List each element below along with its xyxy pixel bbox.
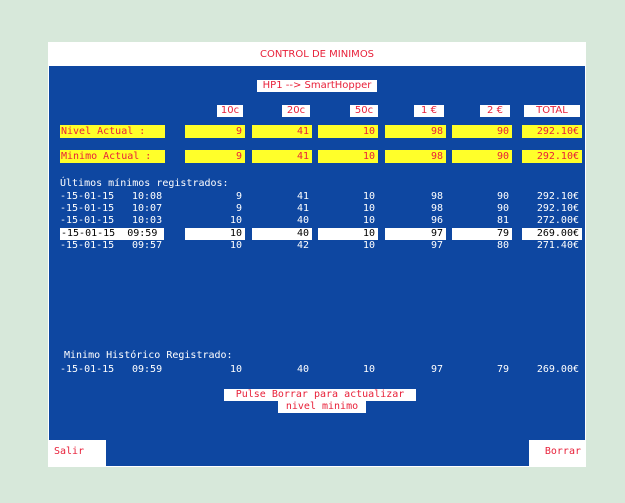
header-total: TOTAL [524,105,580,117]
header-50c: 50c [350,105,378,117]
row-total: 292.10€ [536,191,579,202]
historico-heading: Minimo Histórico Registrado: [64,350,233,361]
window-title: CONTROL DE MINIMOS [49,43,585,66]
row-total: 292.10€ [536,203,579,214]
row-20c: 41 [296,191,309,202]
row-1eur: 98 [430,191,443,202]
minimo-actual-2eur: 90 [452,150,512,163]
nivel-actual-50c: 10 [318,125,378,138]
minimo-actual-20c: 41 [252,150,312,163]
row-20c: 40 [296,215,309,226]
row-time: 09:57 [132,240,163,251]
row-2eur: 90 [496,191,509,202]
row-time: 10:07 [132,203,163,214]
row-date: -15-01-15 [60,215,115,226]
minimo-actual-total: 292.10€ [522,150,582,163]
row-1eur: 98 [430,203,443,214]
historico-date: -15-01-15 [60,364,115,375]
row-10c: 10 [185,228,245,240]
row-50c: 10 [318,228,378,240]
message-line2: nivel minimo [278,401,366,413]
row-time: 09:59 [127,228,158,239]
row-2eur: 80 [496,240,509,251]
header-2eur: 2 € [480,105,510,117]
nivel-actual-20c: 41 [252,125,312,138]
historico-time: 09:59 [132,364,163,375]
row-20c: 41 [296,203,309,214]
row-1eur: 96 [430,215,443,226]
row-time: 10:08 [132,191,163,202]
row-date: -15-01-15 [61,228,116,239]
nivel-actual-2eur: 90 [452,125,512,138]
row-total: 272.00€ [536,215,579,226]
nivel-actual-1eur: 98 [385,125,446,138]
row-50c: 10 [362,191,375,202]
nivel-actual-label: Nivel Actual : [60,125,165,138]
borrar-button[interactable]: Borrar [529,440,585,467]
row-1eur: 97 [385,228,446,240]
ultimos-heading: Últimos mínimos registrados: [60,178,229,189]
header-10c: 10c [217,105,243,117]
row-50c: 10 [362,215,375,226]
row-total: 271.40€ [536,240,579,251]
row-2eur: 79 [452,228,512,240]
row-time: 10:03 [132,215,163,226]
historico-50c: 10 [362,364,375,375]
hopper-label: HP1 --> SmartHopper [257,80,377,92]
row-2eur: 81 [496,215,509,226]
historico-2eur: 79 [496,364,509,375]
row-date: -15-01-15 [60,240,115,251]
minimo-actual-50c: 10 [318,150,378,163]
salir-button[interactable]: Salir [49,440,106,467]
minimo-actual-1eur: 98 [385,150,446,163]
row-20c: 40 [252,228,312,240]
row-date: -15-01-15 [60,191,115,202]
nivel-actual-total: 292.10€ [522,125,582,138]
row-datetime: -15-01-15 09:59 [60,228,164,240]
row-total: 269.00€ [522,228,582,240]
row-10c: 9 [235,203,242,214]
row-10c: 9 [235,191,242,202]
row-10c: 10 [229,215,242,226]
row-date: -15-01-15 [60,203,115,214]
header-1eur: 1 € [414,105,444,117]
header-20c: 20c [282,105,310,117]
message-line1: Pulse Borrar para actualizar [224,389,416,401]
row-50c: 10 [362,203,375,214]
nivel-actual-10c: 9 [185,125,245,138]
row-1eur: 97 [430,240,443,251]
minimo-actual-10c: 9 [185,150,245,163]
historico-total: 269.00€ [536,364,579,375]
row-20c: 42 [296,240,309,251]
minimo-actual-label: Minimo Actual : [60,150,165,163]
control-window: CONTROL DE MINIMOS HP1 --> SmartHopper 1… [48,42,586,467]
historico-1eur: 97 [430,364,443,375]
historico-20c: 40 [296,364,309,375]
row-10c: 10 [229,240,242,251]
row-2eur: 90 [496,203,509,214]
historico-10c: 10 [229,364,242,375]
row-50c: 10 [362,240,375,251]
